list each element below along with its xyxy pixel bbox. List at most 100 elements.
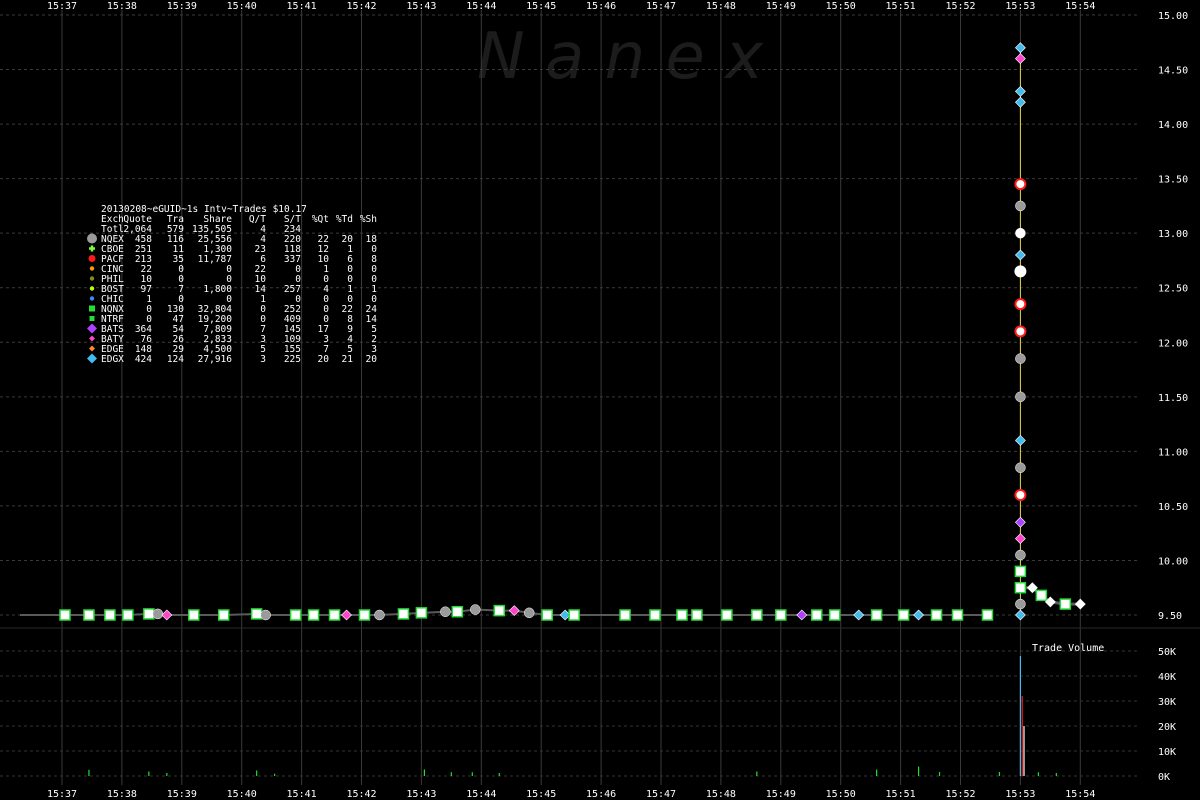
- trade-marker-square: [289, 609, 302, 621]
- y-tick-label: 11.00: [1158, 447, 1188, 458]
- x-tick-label-bottom: 15:50: [826, 789, 856, 800]
- x-tick-label-top: 15:53: [1005, 1, 1035, 12]
- x-tick-label-top: 15:51: [886, 1, 916, 12]
- trade-marker-circle: [1014, 178, 1027, 191]
- table-column-header: %Qt: [312, 214, 329, 225]
- trade-marker-square: [104, 609, 116, 621]
- table-cell: 3: [260, 354, 266, 365]
- y-tick-label: 14.00: [1158, 120, 1188, 131]
- trade-marker-square: [775, 609, 787, 621]
- x-tick-label-top: 15:47: [646, 1, 676, 12]
- trade-marker-square: [676, 609, 688, 621]
- trade-marker-square: [930, 609, 943, 621]
- volume-tick-label: 50K: [1158, 647, 1176, 658]
- trade-marker-square: [217, 609, 230, 621]
- trade-marker-square: [870, 609, 883, 621]
- trade-marker-square: [751, 609, 763, 621]
- x-tick-label-top: 15:39: [167, 1, 197, 12]
- trade-marker-circle: [1014, 298, 1027, 311]
- x-tick-label-bottom: 15:49: [766, 789, 796, 800]
- trade-marker-square: [328, 609, 341, 621]
- table-column-header: %Td: [336, 214, 353, 225]
- x-tick-label-top: 15:52: [945, 1, 975, 12]
- y-tick-label: 11.50: [1158, 393, 1188, 404]
- trade-marker-square: [691, 609, 703, 621]
- legend-marker-dot: [89, 286, 95, 291]
- trade-marker-square: [493, 604, 506, 617]
- trade-marker-square: [1014, 565, 1027, 578]
- x-tick-label-bottom: 15:47: [646, 789, 676, 800]
- table-cell: 124: [167, 354, 184, 365]
- trade-marker-octagon: [260, 609, 271, 621]
- x-tick-label-top: 15:54: [1065, 1, 1095, 12]
- trade-marker-octagon: [1015, 598, 1026, 610]
- x-tick-label-bottom: 15:41: [287, 789, 317, 800]
- x-tick-label-top: 15:44: [466, 1, 496, 12]
- trade-marker-octagon: [152, 608, 164, 620]
- x-tick-label-top: 15:40: [227, 1, 257, 12]
- trade-marker-square: [397, 608, 410, 620]
- trades-chart: N a n e x 0K10K20K30K40K50KTrade Volume …: [0, 0, 1200, 800]
- x-tick-label-bottom: 15:40: [227, 789, 257, 800]
- x-tick-label-top: 15:45: [526, 1, 556, 12]
- y-tick-label: 12.50: [1158, 284, 1188, 295]
- x-tick-label-top: 15:48: [706, 1, 736, 12]
- legend-marker-dot: [89, 266, 95, 271]
- trade-marker-circle: [1014, 265, 1027, 278]
- volume-tick-label: 30K: [1158, 697, 1176, 708]
- trade-marker-square: [358, 609, 371, 621]
- trade-marker-square: [415, 607, 428, 619]
- trade-marker-octagon: [1015, 353, 1026, 364]
- trade-marker-square: [568, 609, 580, 621]
- trade-marker-square: [1014, 581, 1027, 594]
- legend-marker-nqex: [87, 233, 97, 244]
- trade-marker-square: [122, 609, 134, 621]
- trade-marker-octagon: [1015, 391, 1026, 403]
- volume-tick-label: 20K: [1158, 722, 1176, 733]
- trade-marker-square: [619, 609, 631, 621]
- x-tick-label-top: 15:50: [826, 1, 856, 12]
- legend-marker-square: [89, 305, 95, 312]
- y-tick-label: 10.00: [1158, 556, 1188, 567]
- table-cell: 20: [366, 354, 378, 365]
- x-tick-label-bottom: 15:53: [1005, 789, 1035, 800]
- legend-marker-dot: [89, 296, 95, 301]
- y-tick-label: 12.00: [1158, 338, 1188, 349]
- x-tick-label-top: 15:42: [346, 1, 376, 12]
- trade-marker-octagon: [1015, 549, 1026, 561]
- legend-marker-pacf: [88, 255, 96, 262]
- x-tick-label-top: 15:38: [107, 1, 137, 12]
- table-cell: 225: [284, 354, 301, 365]
- trade-marker-octagon: [440, 606, 451, 617]
- volume-tick-label: 0K: [1158, 772, 1170, 783]
- x-tick-label-bottom: 15:46: [586, 789, 616, 800]
- trade-marker-circle: [1014, 325, 1027, 338]
- table-cell: 27,916: [198, 354, 233, 365]
- legend-marker-square: [89, 316, 95, 321]
- trade-marker-square: [250, 608, 263, 620]
- y-tick-label: 15.00: [1158, 11, 1188, 22]
- trade-marker-square: [897, 609, 910, 621]
- y-tick-label: 13.00: [1158, 229, 1188, 240]
- trade-marker-square: [828, 609, 841, 621]
- trade-marker-octagon: [1015, 227, 1026, 239]
- trade-marker-square: [721, 609, 733, 621]
- x-tick-label-bottom: 15:37: [47, 789, 77, 800]
- table-column-header: %Sh: [360, 214, 377, 225]
- x-tick-label-bottom: 15:42: [346, 789, 376, 800]
- x-tick-label-bottom: 15:52: [945, 789, 975, 800]
- trade-marker-square: [59, 609, 71, 621]
- x-tick-label-top: 15:46: [586, 1, 616, 12]
- y-tick-label: 9.50: [1158, 611, 1182, 622]
- trade-marker-circle: [1014, 489, 1027, 501]
- x-tick-label-bottom: 15:48: [706, 789, 736, 800]
- legend-marker-dot: [89, 276, 95, 281]
- x-tick-label-bottom: 15:38: [107, 789, 137, 800]
- table-cell: 424: [135, 354, 152, 365]
- trade-marker-square: [451, 605, 464, 618]
- trade-marker-square: [981, 609, 994, 621]
- trade-marker-octagon: [470, 604, 481, 615]
- trade-marker-square: [188, 609, 200, 621]
- trade-marker-square: [541, 609, 553, 621]
- x-tick-label-top: 15:41: [287, 1, 317, 12]
